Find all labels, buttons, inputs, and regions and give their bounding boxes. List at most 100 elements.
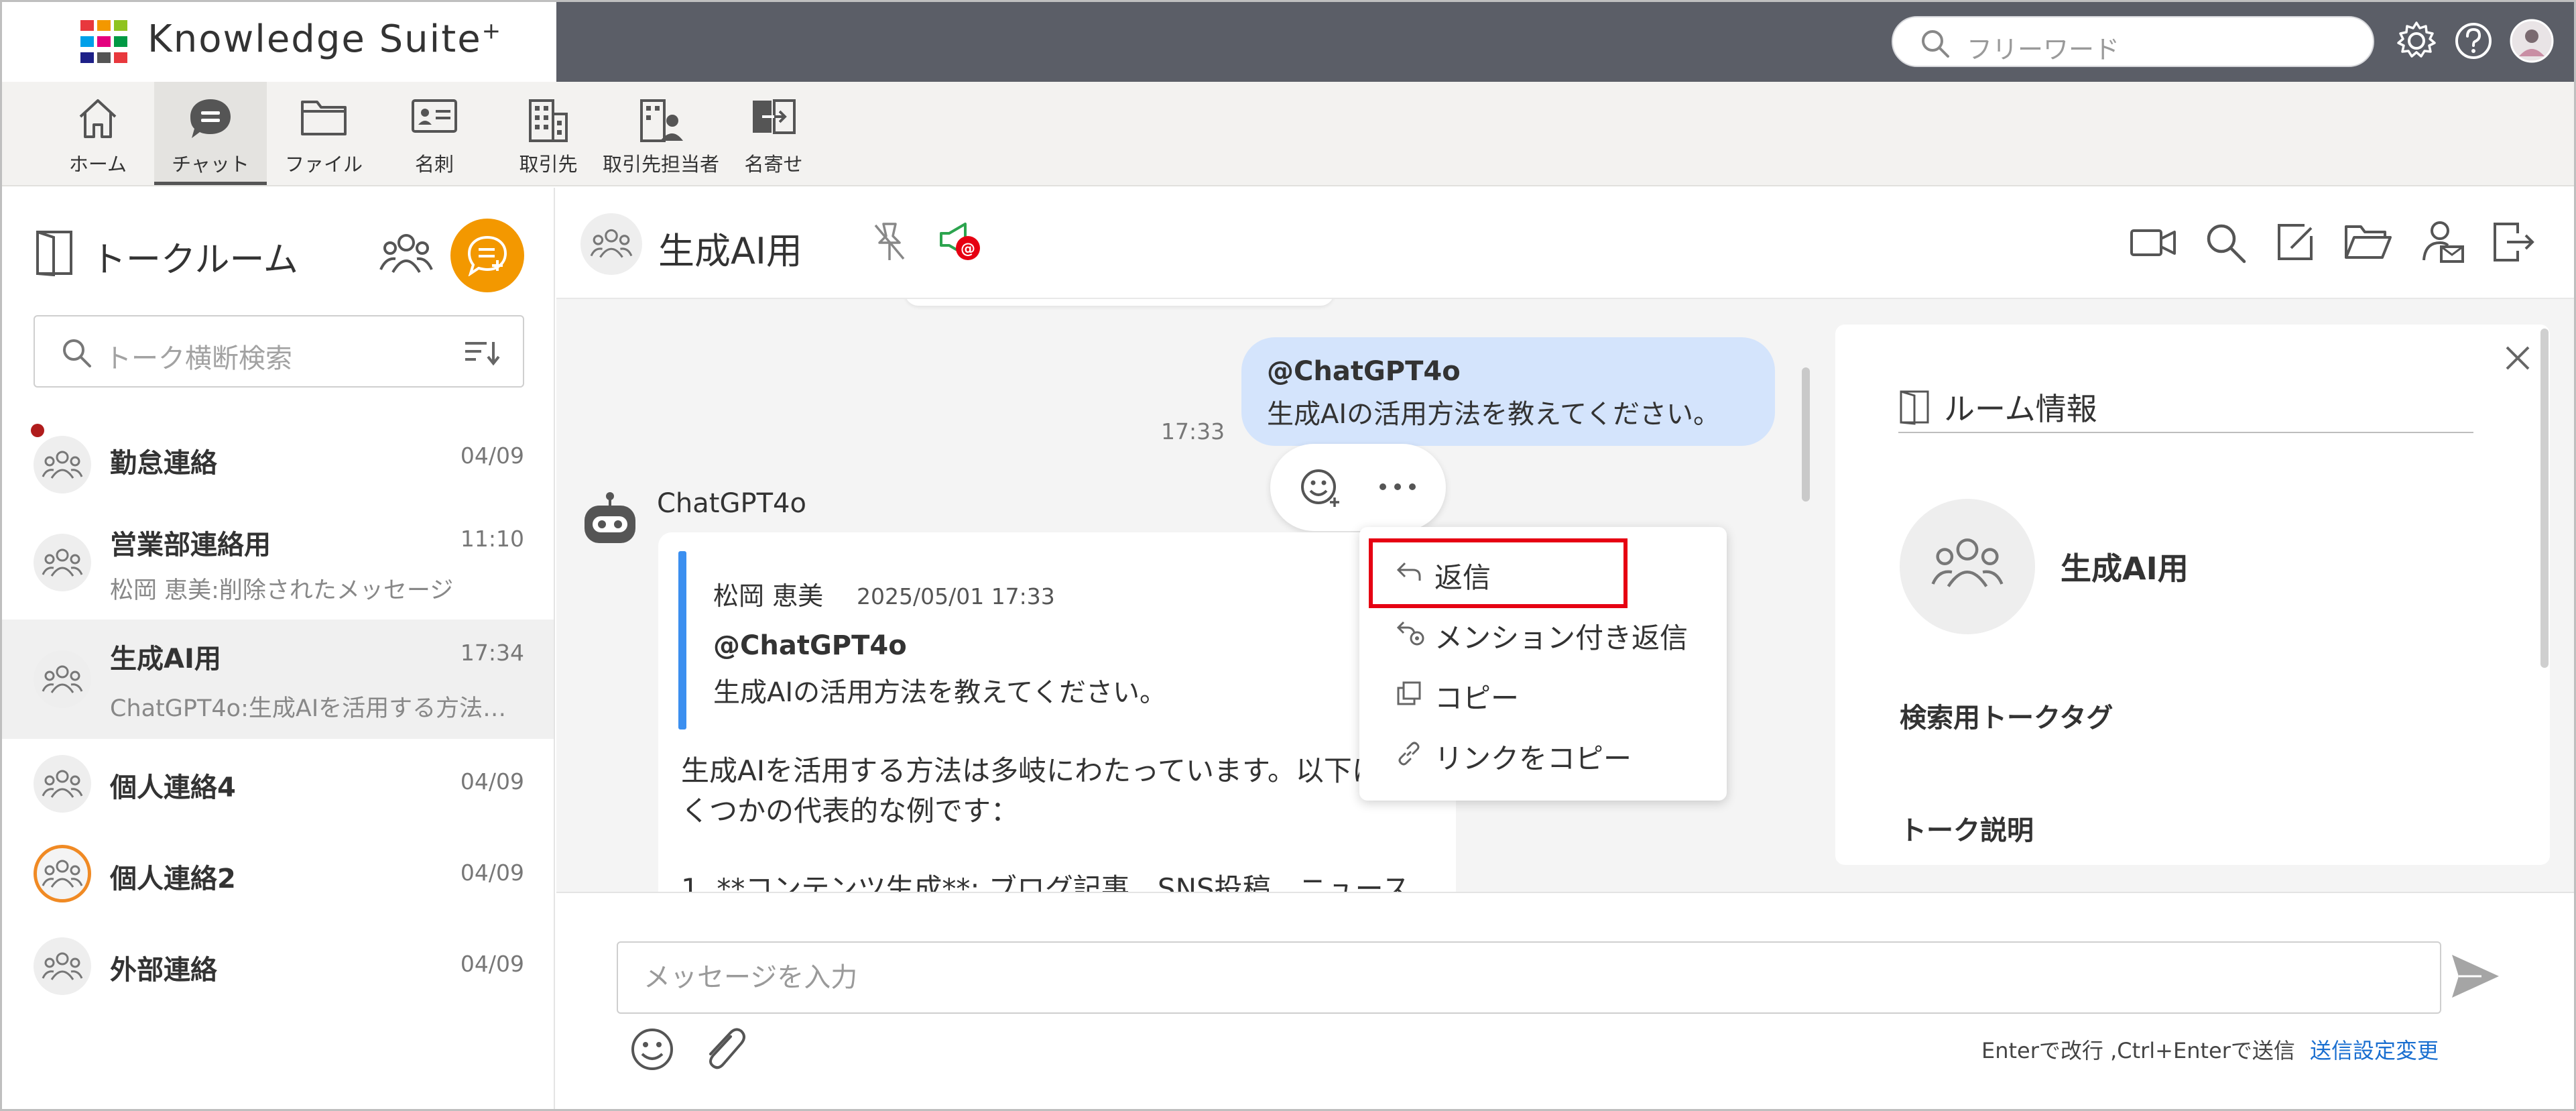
door-icon [1900, 390, 1929, 425]
nav-item-chat[interactable]: チャット [154, 82, 267, 185]
room-item[interactable]: 個人連絡4 04/09 [0, 739, 554, 830]
bot-name: ChatGPT4o [657, 488, 806, 519]
menu-item-copy-link[interactable]: リンクをコピー [1359, 723, 1727, 782]
announcement-mention-icon[interactable]: @ [937, 219, 988, 266]
group-icon [42, 770, 83, 798]
room-item[interactable]: 営業部連絡用 11:10 松岡 恵美:削除されたメッセージ [0, 506, 554, 620]
svg-text:@: @ [961, 241, 975, 257]
room-name: 勤怠連絡 [110, 448, 217, 479]
pin-off-icon[interactable] [869, 220, 910, 264]
room-time: 04/09 [460, 443, 524, 469]
room-info-scrollbar[interactable] [2540, 329, 2549, 668]
group-icon [1931, 538, 2004, 587]
edit-note-icon[interactable] [2275, 221, 2317, 263]
nav-label: 取引先担当者 [602, 153, 719, 176]
group-icon [42, 860, 83, 888]
help-icon[interactable] [2454, 21, 2493, 60]
room-avatar [580, 213, 642, 275]
room-avatar [34, 436, 91, 493]
room-name: 個人連絡2 [110, 864, 236, 894]
video-call-icon[interactable] [2129, 224, 2177, 261]
send-settings-link[interactable]: 送信設定変更 [2310, 1034, 2439, 1065]
bot-avatar [585, 492, 635, 543]
close-icon[interactable] [2503, 343, 2532, 373]
sort-icon[interactable] [464, 339, 500, 366]
room-avatar [34, 755, 91, 813]
my-message-bubble[interactable]: @ChatGPT4o 生成AIの活用方法を教えてください。 [1241, 337, 1775, 446]
new-chat-icon [467, 235, 507, 276]
room-name: 生成AI用 [110, 644, 221, 675]
room-item[interactable]: 個人連絡2 04/09 [0, 830, 554, 923]
room-name: 営業部連絡用 [110, 530, 271, 561]
room-time: 04/09 [460, 768, 524, 795]
previous-message-edge [905, 299, 1334, 306]
send-shortcut-hint: Enterで改行 ,Ctrl+Enterで送信 [1981, 1038, 2295, 1063]
building-person-icon [640, 99, 683, 142]
room-time: 17:34 [460, 640, 524, 666]
talk-search-placeholder: トーク横断検索 [105, 343, 292, 374]
divider [1898, 432, 2473, 433]
room-item[interactable]: 外部連絡 04/09 [0, 923, 554, 1014]
message-input[interactable] [617, 941, 2441, 1014]
attachment-icon[interactable] [700, 1025, 748, 1074]
members-icon[interactable] [379, 229, 433, 278]
gear-icon[interactable] [2396, 20, 2437, 62]
emoji-icon[interactable] [629, 1026, 676, 1073]
more-options-icon[interactable] [1377, 481, 1418, 492]
merge-icon [753, 99, 796, 134]
user-avatar[interactable] [2510, 19, 2554, 63]
chat-header [556, 188, 2576, 299]
group-icon [42, 451, 83, 479]
exit-icon[interactable] [2491, 220, 2535, 264]
room-title: 生成AI用 [658, 230, 802, 272]
nav-item-file[interactable]: ファイル [280, 82, 367, 185]
nav-item-client-contact[interactable]: 取引先担当者 [602, 82, 720, 185]
quote-text: 生成AIの活用方法を教えてください。 [713, 677, 1166, 708]
nav-label: ホーム [68, 153, 127, 176]
room-avatar [34, 845, 91, 902]
reply-highlight-box [1369, 538, 1628, 608]
new-chat-button[interactable] [450, 219, 524, 292]
room-item[interactable]: 勤怠連絡 04/09 [0, 422, 554, 506]
logo-plus: + [481, 17, 503, 45]
nav-label: ファイル [284, 153, 363, 176]
room-time: 04/09 [460, 860, 524, 886]
nav-item-business-card[interactable]: 名刺 [394, 82, 475, 185]
message-scrollbar[interactable] [1802, 367, 1810, 502]
door-icon [36, 231, 72, 276]
quote-date: 2025/05/01 17:33 [857, 583, 1055, 609]
room-tag-label: 検索用トークタグ [1900, 703, 2113, 734]
menu-item-mention-reply[interactable]: メンション付き返信 [1359, 602, 1727, 661]
folder-open-icon[interactable] [2343, 223, 2393, 261]
message-time: 17:33 [1161, 418, 1225, 445]
menu-item-copy[interactable]: コピー [1359, 662, 1727, 721]
talk-search-input[interactable]: トーク横断検索 [34, 315, 524, 388]
quote-mention: @ChatGPT4o [713, 630, 907, 661]
member-mail-icon[interactable] [2421, 219, 2465, 266]
search-icon[interactable] [2204, 221, 2247, 264]
nav-item-merge[interactable]: 名寄せ [735, 82, 812, 185]
global-search-input[interactable]: フリーワード [1892, 16, 2374, 67]
message-reaction-bar [1270, 444, 1446, 531]
add-reaction-icon[interactable] [1298, 465, 1343, 510]
nav-item-client[interactable]: 取引先 [508, 82, 589, 185]
home-icon [79, 99, 117, 138]
nav-bar: ホーム チャット ファイル 名刺 取引先 取引先担当者 名寄せ [0, 82, 2576, 186]
nav-item-home[interactable]: ホーム [59, 82, 137, 185]
send-icon[interactable] [2449, 952, 2502, 1000]
talk-room-title: トークルーム [91, 240, 298, 280]
group-icon [42, 952, 83, 980]
room-avatar [34, 937, 91, 995]
unread-badge [31, 424, 44, 437]
room-time: 04/09 [460, 951, 524, 977]
room-info-title: ルーム情報 [1944, 391, 2097, 427]
room-item-selected[interactable]: 生成AI用 17:34 ChatGPT4o:生成AIを活用する方法… [0, 620, 554, 739]
search-icon [63, 339, 91, 367]
message-text: 生成AIの活用方法を教えてください。 [1267, 399, 1720, 430]
logo-area[interactable]: Knowledge Suite+ [0, 0, 556, 82]
room-avatar [34, 650, 91, 708]
nav-label: 名刺 [414, 153, 454, 176]
building-icon [529, 99, 568, 142]
nav-label: チャット [172, 153, 249, 176]
global-search-placeholder: フリーワード [1967, 35, 2120, 64]
